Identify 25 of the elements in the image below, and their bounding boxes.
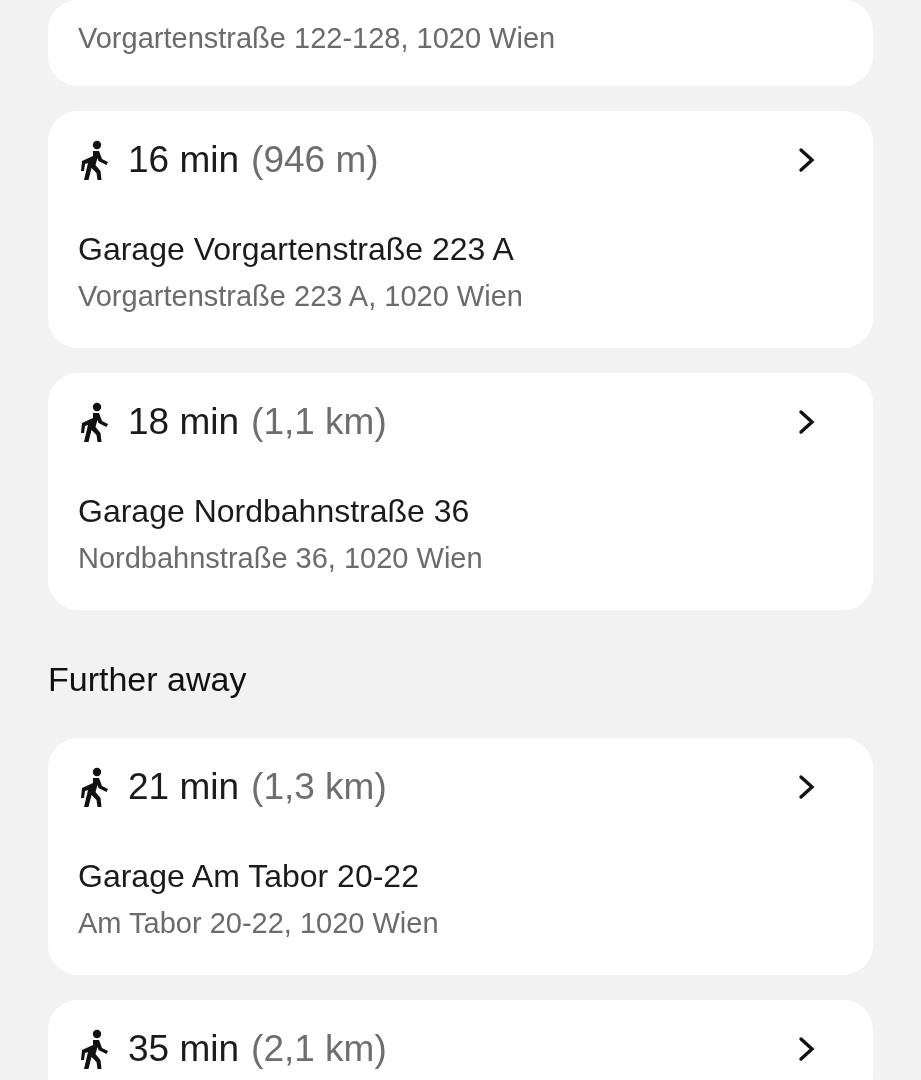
walk-time: 18 min bbox=[128, 401, 240, 443]
garage-card[interactable]: 16 min (946 m) Garage Vorgartenstraße 223 A Vorgartenstraße 223 A, 1020 Wien bbox=[48, 111, 873, 348]
garage-card[interactable]: 18 min (1,1 km) Garage Nordbahnstraße 36 Nordbahnstraße 36, 1020 Wien bbox=[48, 373, 873, 610]
garage-card[interactable]: 35 min (2,1 km) bbox=[48, 1000, 873, 1080]
section-heading: Further away bbox=[48, 659, 248, 699]
chevron-right-icon bbox=[797, 147, 817, 173]
garage-card[interactable]: Vorgartenstraße 122-128, 1020 Wien bbox=[48, 0, 873, 86]
distance: (1,1 km) bbox=[251, 401, 387, 443]
garage-address: Vorgartenstraße 223 A, 1020 Wien bbox=[78, 279, 524, 314]
distance: (1,3 km) bbox=[251, 766, 387, 808]
walk-time: 16 min bbox=[128, 139, 240, 181]
walk-time: 35 min bbox=[128, 1028, 240, 1070]
chevron-right-icon bbox=[797, 409, 817, 435]
garage-name: Garage Nordbahnstraße 36 bbox=[78, 493, 471, 529]
garage-card[interactable]: 21 min (1,3 km) Garage Am Tabor 20-22 Am Tabor 20-22, 1020 Wien bbox=[48, 738, 873, 975]
garage-address: Am Tabor 20-22, 1020 Wien bbox=[78, 906, 440, 941]
garage-name: Garage Vorgartenstraße 223 A bbox=[78, 231, 515, 267]
chevron-right-icon bbox=[797, 774, 817, 800]
walk-time: 21 min bbox=[128, 766, 240, 808]
chevron-right-icon bbox=[797, 1036, 817, 1062]
distance: (2,1 km) bbox=[251, 1028, 387, 1070]
garage-address: Vorgartenstraße 122-128, 1020 Wien bbox=[78, 21, 557, 56]
distance: (946 m) bbox=[251, 139, 379, 181]
garage-address: Nordbahnstraße 36, 1020 Wien bbox=[78, 541, 484, 576]
garage-name: Garage Am Tabor 20-22 bbox=[78, 858, 420, 894]
